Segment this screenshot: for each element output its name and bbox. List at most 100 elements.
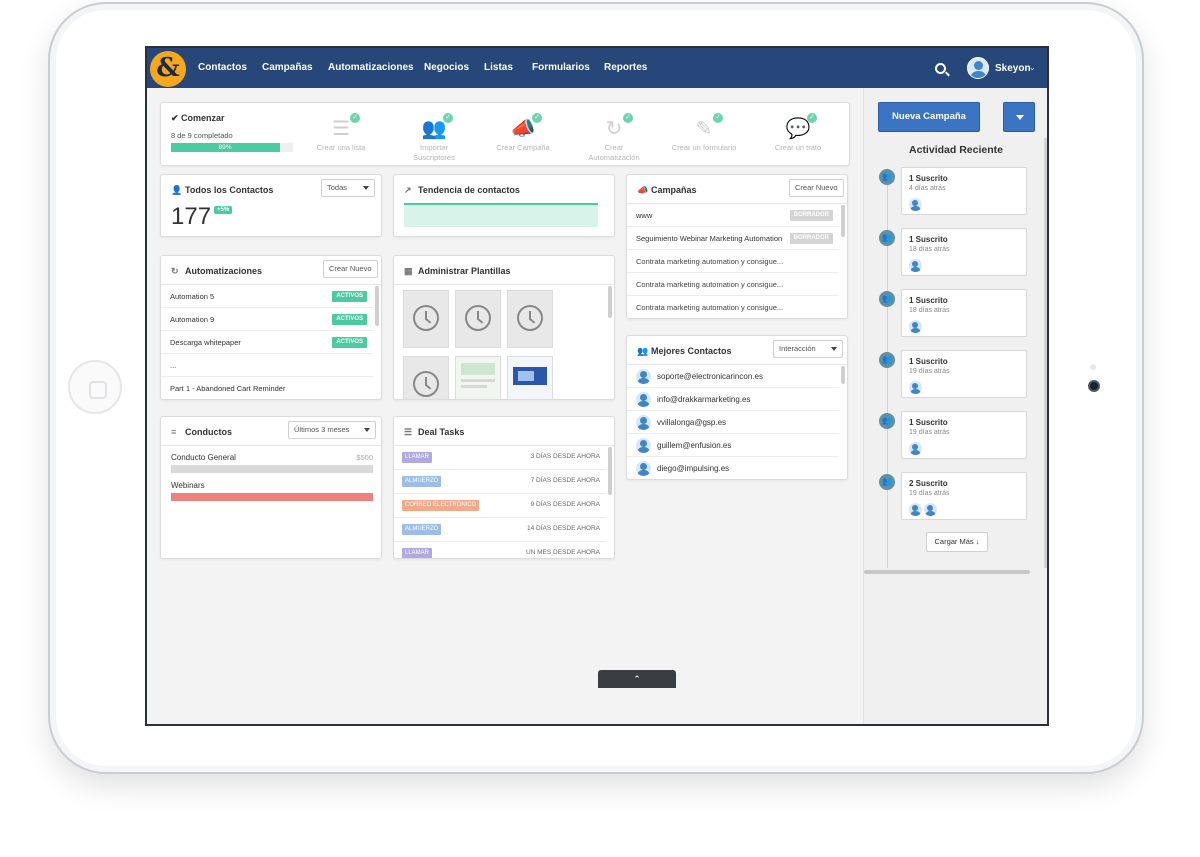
pipeline-name[interactable]: Conducto General xyxy=(171,453,236,462)
template-thumbnail-preview[interactable] xyxy=(507,356,553,399)
step-crear-automatizacion[interactable]: ↻ ✓ Crear Automatización xyxy=(579,113,649,163)
status-badge: BORRADOR xyxy=(789,233,833,244)
chevron-down-icon[interactable]: ⌄ xyxy=(1029,63,1036,72)
camera-dot xyxy=(1088,380,1100,392)
step-crear-formulario[interactable]: ✎ ✓ Crear un formulario xyxy=(669,113,739,153)
nav-negocios[interactable]: Negocios xyxy=(424,62,469,73)
scrollbar[interactable] xyxy=(608,286,612,318)
chat-icon: 💬 ✓ xyxy=(783,113,817,141)
create-automation-button[interactable]: Crear Nuevo xyxy=(323,260,378,278)
automation-row[interactable]: Descarga whitepaper ACTIVOS xyxy=(161,331,373,354)
task-type-badge: ALMUERZO xyxy=(402,524,442,535)
activity-item[interactable]: 1 Suscrito 19 días atrás xyxy=(901,350,1027,398)
activity-item[interactable]: 1 Suscrito 19 días atrás xyxy=(901,411,1027,459)
activity-item[interactable]: 1 Suscrito 4 días atrás xyxy=(901,167,1027,215)
contact-row[interactable]: diego@impulsing.es xyxy=(627,457,839,479)
nav-listas[interactable]: Listas xyxy=(484,62,513,73)
task-row[interactable]: LLAMAR 3 DÍAS DESDE AHORA xyxy=(394,446,606,470)
sensor-dot xyxy=(1090,364,1096,370)
pipelines-card: ≡ Conductos Últimos 3 meses Conducto Gene… xyxy=(160,416,382,559)
user-name[interactable]: Skeyon xyxy=(995,63,1031,74)
scrollbar-horizontal[interactable] xyxy=(864,570,1030,574)
users-icon: 👥 xyxy=(879,230,895,246)
scrollbar[interactable] xyxy=(841,205,845,237)
automation-row[interactable]: Automation 5 ACTIVOS xyxy=(161,285,373,308)
search-icon[interactable] xyxy=(935,63,946,74)
contacts-card: 👤 Todos los Contactos Todas 177 +5% xyxy=(160,174,382,237)
activity-item[interactable]: 1 Suscrito 18 días atrás xyxy=(901,228,1027,276)
contact-row[interactable]: vvillalonga@gsp.es xyxy=(627,411,839,434)
automation-row[interactable]: Automation 9 ACTIVOS xyxy=(161,308,373,331)
campaign-row[interactable]: Seguimiento Webinar Marketing Automation… xyxy=(627,227,839,250)
top-contacts-filter-select[interactable]: Interacción xyxy=(773,340,843,358)
app-screen: & Contactos Campañas Automatizaciones Ne… xyxy=(145,46,1049,726)
user-avatar[interactable] xyxy=(967,57,989,79)
activity-item[interactable]: 1 Suscrito 18 días atrás xyxy=(901,289,1027,337)
pipeline-name[interactable]: Webinars xyxy=(171,481,205,490)
template-thumbnail-preview[interactable] xyxy=(455,356,501,399)
status-badge: ACTIVOS xyxy=(332,337,367,348)
template-thumbnail[interactable] xyxy=(403,356,449,399)
load-more-button[interactable]: Cargar Más ↓ xyxy=(926,532,988,552)
scrollbar[interactable] xyxy=(608,447,612,495)
nav-formularios[interactable]: Formularios xyxy=(532,62,590,73)
recent-activity-title: Actividad Reciente xyxy=(909,144,1003,156)
campaign-row[interactable]: Contrata marketing automation y consigue… xyxy=(627,273,839,296)
automation-row[interactable]: Part 1 - Abandoned Cart Reminder xyxy=(161,377,373,399)
template-thumbnail[interactable] xyxy=(507,290,553,348)
create-campaign-button[interactable]: Crear Nuevo xyxy=(789,179,844,197)
collapse-up-button[interactable]: ⌃ xyxy=(598,670,676,688)
users-icon: 👥 ✓ xyxy=(419,113,453,141)
task-row[interactable]: ALMUERZO 7 DÍAS DESDE AHORA xyxy=(394,470,606,494)
list-icon: ☰ ✓ xyxy=(326,113,360,141)
contact-row[interactable]: soporte@electronicarincon.es xyxy=(627,365,839,388)
nav-reportes[interactable]: Reportes xyxy=(604,62,647,73)
contact-row[interactable]: guillem@enfusion.es xyxy=(627,434,839,457)
automation-row[interactable]: ... xyxy=(161,354,373,377)
contact-row[interactable]: info@drakkarmarketing.es xyxy=(627,388,839,411)
activity-item[interactable]: 2 Suscrito 19 días atrás xyxy=(901,472,1027,520)
pipelines-filter-select[interactable]: Últimos 3 meses xyxy=(288,421,376,439)
task-row[interactable]: CORREO ELECTRÓNICO 9 DÍAS DESDE AHORA xyxy=(394,494,606,518)
new-campaign-dropdown[interactable] xyxy=(1003,102,1035,132)
scrollbar-vertical[interactable] xyxy=(1044,138,1047,568)
contacts-filter-select[interactable]: Todas xyxy=(321,179,375,197)
step-crear-lista[interactable]: ☰ ✓ Crear una lista xyxy=(306,113,376,153)
scrollbar[interactable] xyxy=(375,286,379,326)
pipeline-bar xyxy=(171,465,373,473)
home-button[interactable] xyxy=(68,360,122,414)
users-icon: 👥 xyxy=(637,346,649,356)
users-icon: 👥 xyxy=(879,291,895,307)
step-crear-campana[interactable]: 📣 ✓ Crear Campaña xyxy=(488,113,558,153)
trend-sparkline xyxy=(404,203,598,227)
campaign-row[interactable]: www BORRADOR xyxy=(627,204,839,227)
refresh-icon: ↻ xyxy=(171,266,179,276)
templates-card: ▦ Administrar Plantillas xyxy=(393,255,615,400)
task-row[interactable]: ALMUERZO 14 DÍAS DESDE AHORA xyxy=(394,518,606,542)
nav-automatizaciones[interactable]: Automatizaciones xyxy=(328,62,414,73)
step-importar-suscriptores[interactable]: 👥 ✓ Importar Suscriptores xyxy=(399,113,469,163)
campaign-row[interactable]: Contrata marketing automation y consigue… xyxy=(627,296,839,318)
users-icon: 👥 xyxy=(879,169,895,185)
template-thumbnail[interactable] xyxy=(455,290,501,348)
campaigns-title: 📣 Campañas xyxy=(637,185,697,195)
task-row[interactable]: LLAMAR UN MES DESDE AHORA xyxy=(394,542,606,558)
nav-campanas[interactable]: Campañas xyxy=(262,62,313,73)
clock-icon xyxy=(413,371,439,397)
brand-logo[interactable]: & xyxy=(150,51,186,87)
nav-contactos[interactable]: Contactos xyxy=(198,62,247,73)
trend-title: ↗ Tendencia de contactos xyxy=(404,185,520,195)
scrollbar[interactable] xyxy=(841,366,845,384)
check-icon: ✓ xyxy=(532,113,542,123)
trend-icon: ↗ xyxy=(404,185,412,195)
new-campaign-button[interactable]: Nueva Campaña xyxy=(878,102,980,132)
status-badge: BORRADOR xyxy=(789,210,833,221)
avatar xyxy=(636,415,651,430)
top-contacts-title: 👥 Mejores Contactos xyxy=(637,346,732,356)
campaigns-card: 📣 Campañas Crear Nuevo www BORRADOR Seguim… xyxy=(626,174,848,319)
template-thumbnail[interactable] xyxy=(403,290,449,348)
onboarding-card: ✔ Comenzar 8 de 9 completado 89% ☰ ✓ Crea… xyxy=(160,102,850,166)
campaign-row[interactable]: Contrata marketing automation y consigue… xyxy=(627,250,839,273)
task-type-badge: LLAMAR xyxy=(402,548,433,558)
step-crear-trato[interactable]: 💬 ✓ Crear un trato xyxy=(763,113,833,153)
